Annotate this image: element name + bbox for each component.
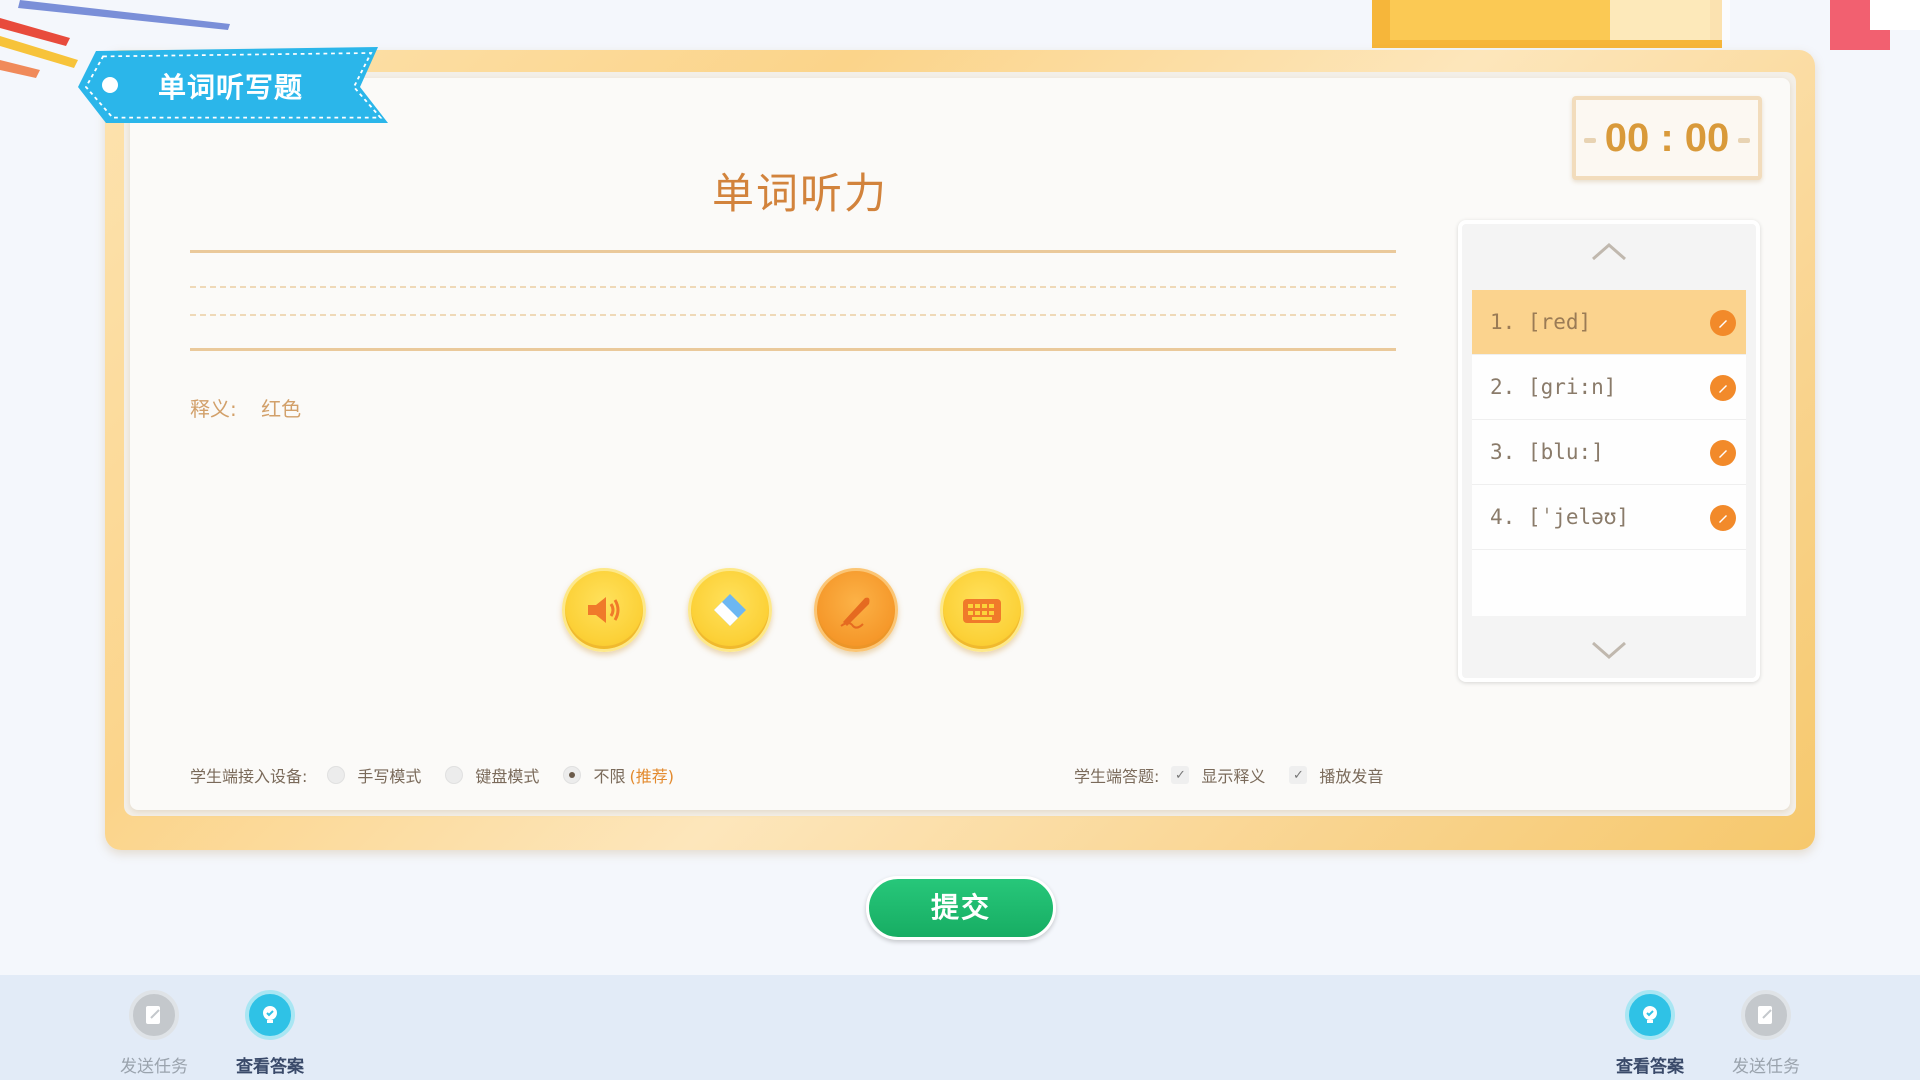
word-item-label: 4. [ˈjeləʊ] (1490, 505, 1630, 529)
keyboard-icon (963, 599, 1001, 623)
word-list-panel: 1. [red] 2. [gri:n] 3. [blu:] 4. [ˈjeləʊ… (1458, 220, 1760, 682)
speaker-icon (588, 597, 620, 623)
view-answer-button-right[interactable]: 查看答案 (1600, 990, 1700, 1077)
send-task-label: 发送任务 (1732, 1057, 1800, 1077)
option-keyboard[interactable]: 键盘模式 (445, 763, 539, 787)
radio-unlimited[interactable] (563, 766, 582, 784)
word-item-label: 3. [blu:] (1490, 440, 1604, 464)
send-task-icon (1741, 990, 1791, 1040)
send-task-button-right[interactable]: 发送任务 (1716, 990, 1816, 1077)
option-unlimited[interactable]: 不限 (推荐) (563, 763, 674, 787)
option-label: 不限 (593, 767, 626, 786)
option-show-meaning[interactable]: ✓ 显示释义 (1171, 763, 1265, 787)
word-list: 1. [red] 2. [gri:n] 3. [blu:] 4. [ˈjeləʊ… (1472, 290, 1746, 616)
handwriting-button[interactable] (814, 568, 898, 652)
send-task-label: 发送任务 (120, 1057, 188, 1077)
timer-value: 00 : 00 (1604, 115, 1730, 160)
word-item-label: 1. [red] (1490, 310, 1592, 334)
answer-hint-options: 学生端答题: ✓ 显示释义 ✓ 播放发音 (1074, 763, 1407, 787)
writing-line-dash-1 (190, 286, 1396, 288)
scroll-up-button[interactable] (1462, 224, 1756, 280)
word-item-4[interactable]: 4. [ˈjeləʊ] (1472, 485, 1746, 550)
meaning: 释义: 红色 (190, 393, 301, 422)
view-answer-label: 查看答案 (1616, 1057, 1684, 1077)
view-answer-button-left[interactable]: 查看答案 (220, 990, 320, 1077)
keyboard-button[interactable] (940, 568, 1024, 652)
edit-icon[interactable] (1710, 310, 1736, 336)
word-item-2[interactable]: 2. [gri:n] (1472, 355, 1746, 420)
eraser-icon (714, 594, 746, 626)
edit-icon[interactable] (1710, 440, 1736, 466)
writing-line-bottom (190, 348, 1396, 351)
input-device-label: 学生端接入设备: (190, 767, 308, 786)
send-task-button-left[interactable]: 发送任务 (104, 990, 204, 1077)
word-item-label: 2. [gri:n] (1490, 375, 1617, 399)
option-label: 显示释义 (1201, 767, 1266, 786)
option-label: 键盘模式 (475, 767, 540, 786)
answer-hint-label: 学生端答题: (1074, 767, 1160, 786)
radio-handwriting[interactable] (327, 766, 346, 784)
edit-icon[interactable] (1710, 505, 1736, 531)
send-task-icon (129, 990, 179, 1040)
writing-line-dash-2 (190, 314, 1396, 316)
option-handwriting[interactable]: 手写模式 (327, 763, 421, 787)
scroll-down-button[interactable] (1462, 622, 1756, 678)
timer-dash-right (1738, 138, 1750, 143)
meaning-label: 释义: (190, 397, 237, 421)
option-label: 播放发音 (1319, 767, 1384, 786)
option-label: 手写模式 (357, 767, 422, 786)
timer-dash-left (1584, 138, 1596, 143)
radio-keyboard[interactable] (445, 766, 464, 784)
meaning-value: 红色 (261, 397, 302, 421)
question-type-title: 单词听写题 (158, 71, 304, 104)
check-icon[interactable]: ✓ (1289, 766, 1308, 784)
writing-area[interactable] (190, 250, 1396, 356)
view-answer-label: 查看答案 (236, 1057, 304, 1077)
input-device-options: 学生端接入设备: 手写模式 键盘模式 不限 (推荐) (190, 763, 698, 787)
word-item-1[interactable]: 1. [red] (1472, 290, 1746, 355)
timer: 00 : 00 (1572, 96, 1762, 180)
recommend-note: (推荐) (629, 767, 674, 786)
page-title: 单词听力 (711, 169, 888, 218)
view-answer-icon (1625, 990, 1675, 1040)
check-icon[interactable]: ✓ (1171, 766, 1190, 784)
writing-line-top (190, 250, 1396, 253)
chevron-up-icon (1592, 243, 1626, 261)
edit-icon[interactable] (1710, 375, 1736, 401)
option-play-audio[interactable]: ✓ 播放发音 (1289, 763, 1383, 787)
submit-button[interactable]: 提交 (866, 876, 1056, 940)
view-answer-icon (245, 990, 295, 1040)
speaker-button[interactable] (562, 568, 646, 652)
eraser-button[interactable] (688, 568, 772, 652)
pen-icon (840, 597, 870, 629)
word-item-3[interactable]: 3. [blu:] (1472, 420, 1746, 485)
chevron-down-icon (1592, 641, 1626, 659)
